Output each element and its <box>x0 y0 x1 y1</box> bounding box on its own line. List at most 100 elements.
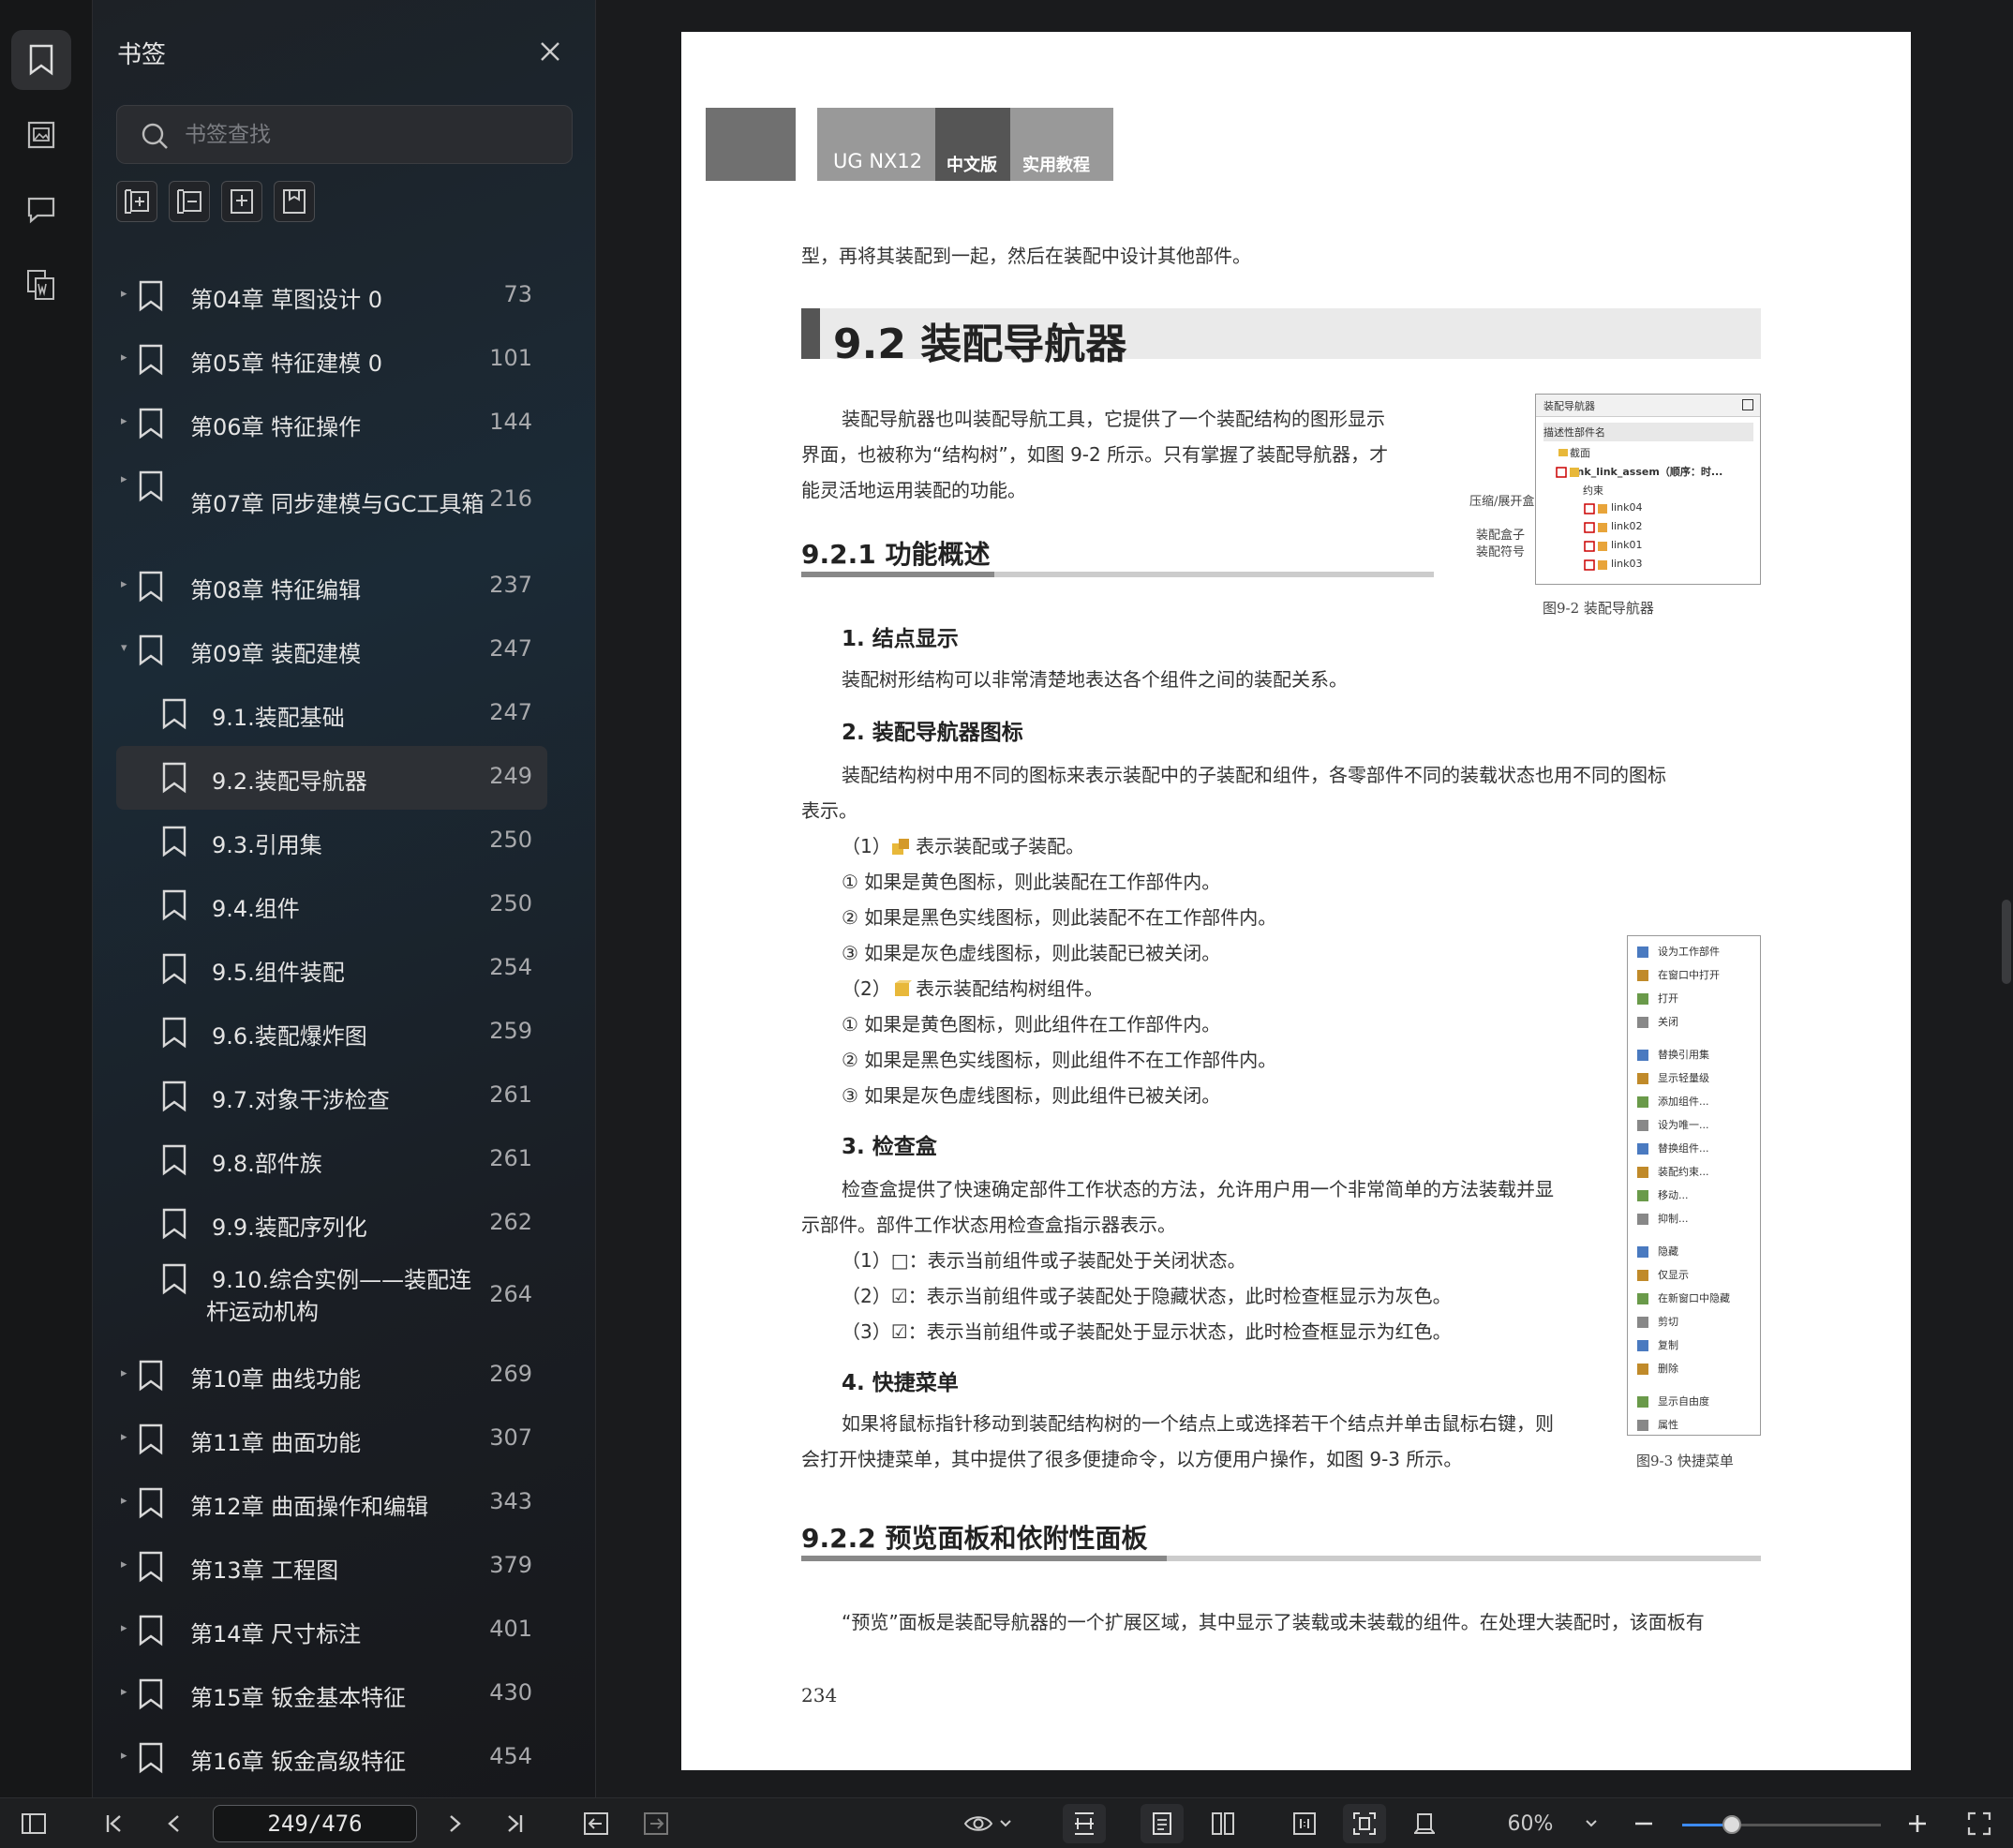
expand-arrow-icon[interactable]: ▸ <box>121 1366 134 1380</box>
fig-menu-icon <box>1637 946 1648 958</box>
view-mode-dropdown[interactable] <box>960 1804 1016 1843</box>
toggle-sidebar-button[interactable] <box>17 1804 51 1843</box>
item-heading: 3. 检查盒 <box>842 1135 937 1159</box>
expand-arrow-icon[interactable]: ▸ <box>121 1685 134 1699</box>
bookmark-section-item[interactable]: 9.4.组件 250 <box>116 873 547 937</box>
bookmark-label: 第05章 特征建模 0 <box>190 350 383 377</box>
side-rail <box>0 0 93 1797</box>
bookmark-chapter-item[interactable]: ▸ 第16章 钣金高级特征 454 <box>116 1726 547 1790</box>
bookmark-page-number: 249 <box>489 763 532 789</box>
single-page-button[interactable] <box>1141 1804 1184 1843</box>
expand-arrow-icon[interactable]: ▸ <box>121 1749 134 1763</box>
actual-size-button[interactable] <box>1283 1804 1326 1843</box>
bookmark-label: 9.8.部件族 <box>212 1151 322 1177</box>
bookmark-label: 第12章 曲面操作和编辑 <box>190 1494 429 1520</box>
bookmark-section-item[interactable]: 9.5.组件装配 254 <box>116 937 547 1001</box>
thumbnail-tab-button[interactable] <box>11 105 71 165</box>
bookmark-chapter-item[interactable]: ▸ 第07章 同步建模与GC工具箱 216 <box>116 463 547 538</box>
bookmark-panel: 书签 ▸ 第04章 草图设计 0 73 ▸ 第05章 特征建模 0 101 ▸ 第06章 特征… <box>93 0 678 1799</box>
bookmark-page-number: 262 <box>489 1209 532 1235</box>
bookmark-chapter-item[interactable]: ▸ 第06章 特征操作 144 <box>116 392 547 455</box>
bookmark-icon <box>138 1615 164 1647</box>
comments-tab-button[interactable] <box>11 180 71 240</box>
zoom-slider-handle[interactable] <box>1722 1815 1741 1834</box>
next-page-button[interactable] <box>438 1804 471 1843</box>
bookmark-label: 9.4.组件 <box>212 896 300 922</box>
expand-arrow-icon[interactable]: ▸ <box>121 1430 134 1444</box>
bookmark-label: 第08章 特征编辑 <box>190 577 362 604</box>
bookmark-current-button[interactable] <box>274 181 315 222</box>
bookmark-page-number: 379 <box>489 1552 532 1578</box>
text-line: 会打开快捷菜单，其中提供了很多便捷命令，以方便用户操作，如图 9-3 所示。 <box>801 1448 1463 1470</box>
zoom-in-button[interactable] <box>1901 1804 1934 1843</box>
bookmark-chapter-item[interactable]: ▸ 第11章 曲面功能 307 <box>116 1408 547 1471</box>
add-bookmark-button[interactable] <box>221 181 262 222</box>
expand-arrow-icon[interactable]: ▸ <box>121 1621 134 1635</box>
rotate-button[interactable] <box>1403 1804 1446 1843</box>
zoom-slider[interactable] <box>1682 1815 1881 1834</box>
navigate-forward-button[interactable] <box>639 1804 673 1843</box>
first-page-button[interactable] <box>97 1804 131 1843</box>
expand-arrow-icon[interactable]: ▸ <box>121 472 134 486</box>
expand-arrow-icon[interactable]: ▾ <box>121 641 134 655</box>
bookmark-chapter-item[interactable]: ▸ 第14章 尺寸标注 401 <box>116 1599 547 1662</box>
last-page-button[interactable] <box>498 1804 531 1843</box>
page-number-input[interactable]: 249/476 <box>213 1805 417 1842</box>
bookmark-section-item[interactable]: 9.9.装配序列化 262 <box>116 1192 547 1256</box>
bookmark-section-item[interactable]: 9.10.综合实例——装配连 杆运动机构 264 <box>116 1256 547 1336</box>
bookmark-label: 第11章 曲面功能 <box>190 1430 362 1456</box>
bookmark-page-number: 259 <box>489 1018 532 1044</box>
document-scrollbar[interactable] <box>2002 900 2011 984</box>
attachments-tab-button[interactable] <box>11 255 71 315</box>
fit-width-button[interactable] <box>1063 1804 1106 1843</box>
bookmark-chapter-item[interactable]: ▸ 第04章 草图设计 0 73 <box>116 264 547 328</box>
bookmark-section-item[interactable]: 9.1.装配基础 247 <box>116 682 547 746</box>
fig-menu-icon <box>1637 993 1648 1005</box>
bookmark-section-item[interactable]: 9.8.部件族 261 <box>116 1128 547 1192</box>
bookmark-section-item[interactable]: 9.6.装配爆炸图 259 <box>116 1001 547 1065</box>
bookmark-chapter-item[interactable]: ▸ 第10章 曲线功能 269 <box>116 1344 547 1408</box>
fig-menu-item: 复制 <box>1658 1339 1678 1351</box>
fig-menu-item: 仅显示 <box>1658 1269 1689 1281</box>
close-panel-button[interactable] <box>534 36 566 67</box>
expand-all-button[interactable] <box>116 181 157 222</box>
zoom-out-button[interactable] <box>1627 1804 1661 1843</box>
bookmark-label: 第06章 特征操作 <box>190 414 362 440</box>
bookmark-section-item[interactable]: 9.3.引用集 250 <box>116 810 547 873</box>
expand-arrow-icon[interactable]: ▸ <box>121 350 134 365</box>
chevron-right-icon <box>450 1815 461 1832</box>
bookmark-page-number: 101 <box>489 345 532 371</box>
bookmark-chapter-item[interactable]: ▾ 第09章 装配建模 247 <box>116 618 547 682</box>
fullscreen-button[interactable] <box>1961 1804 1998 1843</box>
bookmark-chapter-item[interactable]: ▸ 第12章 曲面操作和编辑 343 <box>116 1471 547 1535</box>
assembly-icon <box>892 839 909 855</box>
section-heading: 9.2 装配导航器 <box>801 308 1761 368</box>
navigate-back-button[interactable] <box>579 1804 613 1843</box>
fit-page-button[interactable] <box>1343 1804 1386 1843</box>
bookmark-chapter-item[interactable]: ▸ 第13章 工程图 379 <box>116 1535 547 1599</box>
text-line: ② 如果是黑色实线图标，则此装配不在工作部件内。 <box>842 906 1277 929</box>
bookmark-label: 9.7.对象干涉检查 <box>212 1087 390 1113</box>
previous-page-button[interactable] <box>157 1804 191 1843</box>
bookmark-chapter-item[interactable]: ▸ 第05章 特征建模 0 101 <box>116 328 547 392</box>
bookmark-chapter-item[interactable]: ▸ 第15章 钣金基本特征 430 <box>116 1662 547 1726</box>
bookmark-page-number: 430 <box>489 1679 532 1706</box>
bookmark-label: 9.5.组件装配 <box>212 960 345 986</box>
bookmark-chapter-item[interactable]: ▸ 第08章 特征编辑 237 <box>116 555 547 618</box>
expand-arrow-icon[interactable]: ▸ <box>121 414 134 428</box>
expand-arrow-icon[interactable]: ▸ <box>121 577 134 591</box>
subsection-heading: 9.2.2 预览面板和依附性面板 <box>801 1523 1148 1554</box>
zoom-dropdown-button[interactable] <box>1580 1804 1603 1843</box>
fig-menu-item: 在窗口中打开 <box>1658 969 1720 981</box>
expand-arrow-icon[interactable]: ▸ <box>121 287 134 301</box>
bookmark-tab-button[interactable] <box>11 30 71 90</box>
bookmark-section-item[interactable]: 9.7.对象干涉检查 261 <box>116 1065 547 1128</box>
bookmark-search-input[interactable] <box>185 106 559 163</box>
expand-arrow-icon[interactable]: ▸ <box>121 1494 134 1508</box>
zoom-level[interactable]: 60% <box>1498 1804 1563 1843</box>
expand-arrow-icon[interactable]: ▸ <box>121 1557 134 1572</box>
two-page-button[interactable] <box>1201 1804 1245 1843</box>
collapse-all-button[interactable] <box>169 181 210 222</box>
bookmark-section-item[interactable]: 9.2.装配导航器 249 <box>116 746 547 810</box>
text-line: 装配树形结构可以非常清楚地表达各个组件之间的装配关系。 <box>842 668 1348 691</box>
